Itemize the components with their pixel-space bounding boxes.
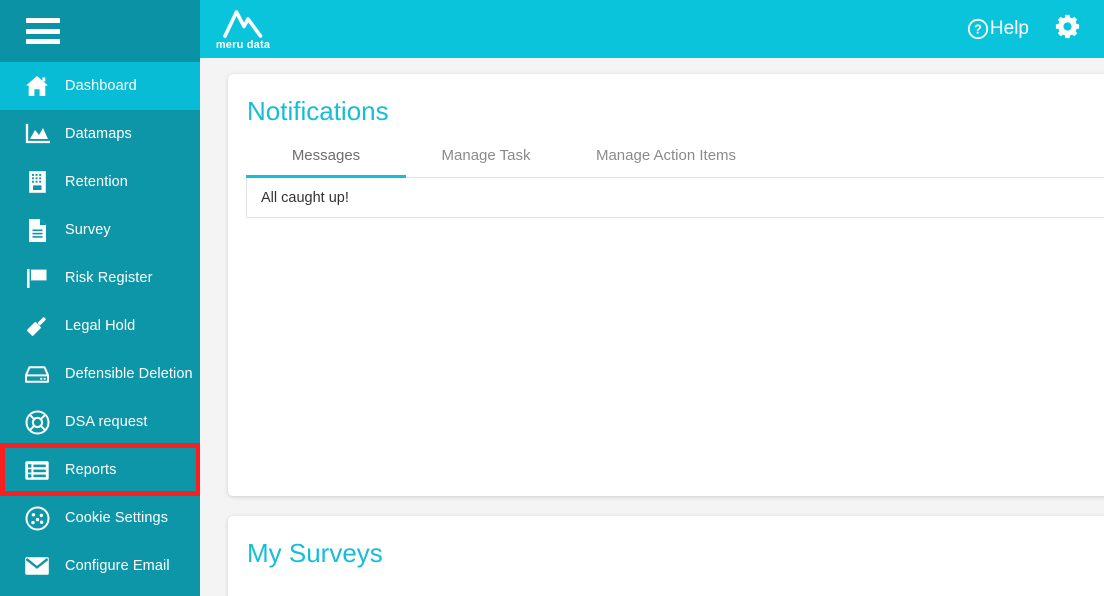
sidebar-item-label: Risk Register: [65, 270, 153, 286]
list-table-icon: [20, 455, 54, 485]
sidebar-item-label: Reports: [65, 462, 117, 478]
empty-message-text: All caught up!: [261, 189, 349, 206]
sidebar-item-dsa-request[interactable]: DSA request: [0, 398, 200, 446]
sidebar-item-datamaps[interactable]: Datamaps: [0, 110, 200, 158]
app-logo[interactable]: meru data: [200, 0, 286, 58]
document-icon: [20, 215, 54, 245]
sidebar-item-label: DSA request: [65, 414, 148, 430]
notification-empty-row: All caught up!: [246, 178, 1104, 218]
sidebar-item-label: Configure Email: [65, 558, 170, 574]
meru-mountain-logo-icon: [221, 8, 265, 38]
sidebar-item-risk-register[interactable]: Risk Register: [0, 254, 200, 302]
tab-manage-task[interactable]: Manage Task: [406, 147, 566, 178]
sidebar-item-label: Cookie Settings: [65, 510, 169, 526]
help-button[interactable]: ? Help: [967, 18, 1029, 40]
svg-text:?: ?: [974, 23, 982, 37]
home-icon: [20, 71, 54, 101]
gavel-icon: [20, 311, 54, 341]
notifications-card: Notifications Messages Manage Task Manag…: [228, 74, 1104, 496]
sidebar-item-reports[interactable]: Reports: [0, 446, 200, 494]
sidebar-item-cookie-settings[interactable]: Cookie Settings: [0, 494, 200, 542]
tab-label: Manage Task: [441, 147, 531, 164]
tab-manage-action-items[interactable]: Manage Action Items: [566, 147, 766, 178]
sidebar-item-label: Defensible Deletion: [65, 366, 193, 382]
tab-label: Messages: [291, 147, 361, 164]
tab-messages[interactable]: Messages: [246, 147, 406, 178]
tab-label: Manage Action Items: [595, 147, 737, 164]
main-content: Notifications Messages Manage Task Manag…: [200, 58, 1104, 596]
sidebar-item-label: Datamaps: [65, 126, 132, 142]
my-surveys-title: My Surveys: [247, 538, 383, 568]
sidebar-item-legal-hold[interactable]: Legal Hold: [0, 302, 200, 350]
sidebar-item-label: Legal Hold: [65, 318, 136, 334]
sidebar: Dashboard Datamaps Retention Survey Risk…: [0, 0, 200, 596]
settings-button[interactable]: [1055, 14, 1080, 44]
envelope-icon: [20, 551, 54, 581]
flag-icon: [20, 263, 54, 293]
cookie-icon: [20, 503, 54, 533]
app-root: Dashboard Datamaps Retention Survey Risk…: [0, 0, 1104, 596]
building-icon: [20, 167, 54, 197]
sidebar-item-survey[interactable]: Survey: [0, 206, 200, 254]
life-ring-icon: [20, 407, 54, 437]
sidebar-item-dashboard[interactable]: Dashboard: [0, 62, 200, 110]
sidebar-item-retention[interactable]: Retention: [0, 158, 200, 206]
sidebar-item-label: Dashboard: [65, 78, 137, 94]
hamburger-menu-icon[interactable]: [26, 18, 60, 44]
top-header: meru data ? Help: [200, 0, 1104, 58]
sidebar-item-configure-email[interactable]: Configure Email: [0, 542, 200, 590]
sidebar-item-label: Survey: [65, 222, 111, 238]
my-surveys-card: My Surveys: [228, 516, 1104, 596]
gear-icon: [1055, 14, 1080, 44]
hard-drive-icon: [20, 359, 54, 389]
question-circle-icon: ?: [967, 18, 989, 40]
help-label: Help: [989, 18, 1029, 39]
sidebar-header: [0, 0, 200, 62]
notifications-tabs: Messages Manage Task Manage Action Items: [246, 147, 1104, 178]
notifications-title: Notifications: [247, 96, 389, 126]
area-chart-icon: [20, 119, 54, 149]
sidebar-item-label: Retention: [65, 174, 128, 190]
sidebar-item-defensible-deletion[interactable]: Defensible Deletion: [0, 350, 200, 398]
logo-text: meru data: [215, 38, 271, 51]
